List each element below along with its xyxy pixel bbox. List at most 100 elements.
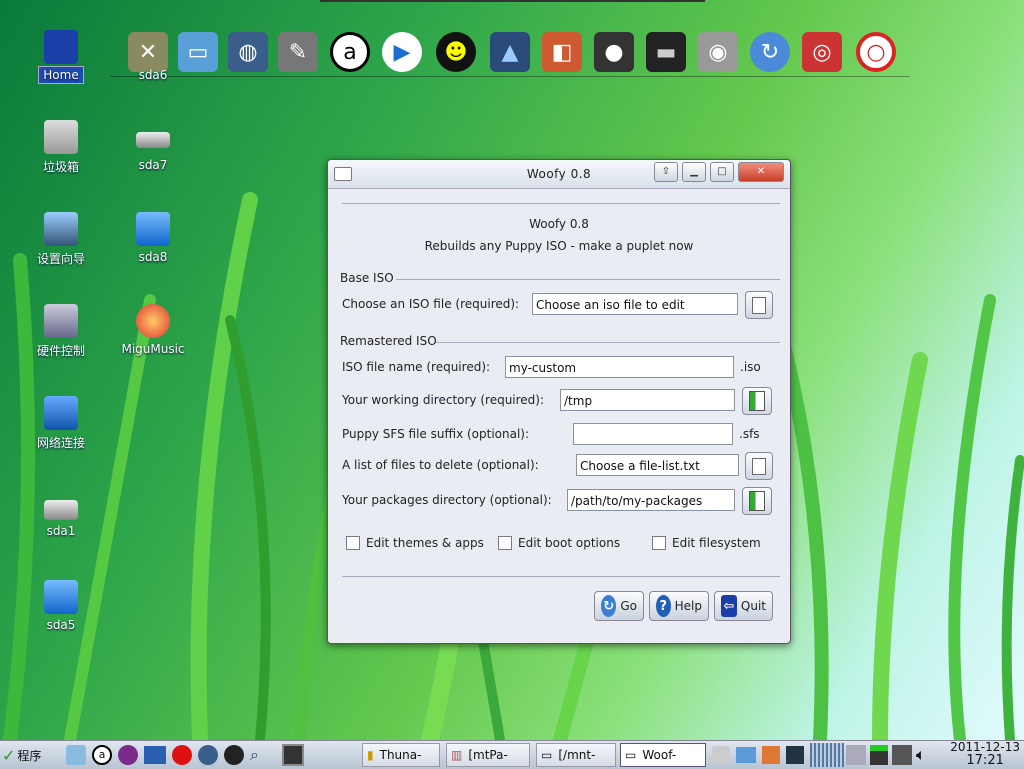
section-line <box>396 279 780 280</box>
task-mtpaint[interactable]: ▥ [mtPa- <box>446 743 530 767</box>
file-manager-icon[interactable] <box>66 745 86 765</box>
sfs-suffix-input[interactable] <box>573 423 733 445</box>
desktop-icon-network[interactable]: 网络连接 <box>24 396 98 451</box>
window-titlebar[interactable]: Woofy 0.8 ⇧ ▁ □ ✕ <box>328 160 790 189</box>
cpu-graph-icon <box>810 743 844 767</box>
sfs-suffix-label: Puppy SFS file suffix (optional): <box>342 427 530 441</box>
checkbox-box[interactable] <box>652 536 666 550</box>
usb-drive-icon[interactable]: ▬ <box>646 32 686 72</box>
volume-icon[interactable]: 🔈︎ <box>916 745 936 765</box>
desktop-icon-label: Home <box>38 66 84 84</box>
desktop-icon-sda1[interactable]: sda1 <box>24 490 98 538</box>
network-icon[interactable] <box>762 746 780 764</box>
browser-icon[interactable] <box>198 745 218 765</box>
desktop-icon-sda5[interactable]: sda5 <box>24 580 98 632</box>
camera-icon[interactable]: ◉ <box>698 32 738 72</box>
iso-name-input[interactable]: my-custom <box>505 356 734 378</box>
desktop-icon-migumusic[interactable]: MiguMusic <box>116 304 190 356</box>
browse-delete-list-button[interactable] <box>745 452 773 480</box>
folder-browse-icon <box>749 391 765 411</box>
desktop-icon-sda6[interactable]: sda6 <box>116 30 190 82</box>
document-icon <box>752 457 766 475</box>
quit-label: Quit <box>740 599 766 613</box>
disc-burner-icon[interactable]: ◎ <box>802 32 842 72</box>
checkbox-box[interactable] <box>346 536 360 550</box>
keyboard-icon[interactable] <box>846 745 866 765</box>
network-status-icon[interactable] <box>892 745 912 765</box>
desktop-icon-hardware[interactable]: 硬件控制 <box>24 304 98 359</box>
globe-icon[interactable]: ◍ <box>228 32 268 72</box>
browse-iso-button[interactable] <box>745 291 773 319</box>
paint-icon: ▥ <box>451 748 463 762</box>
tools-icon[interactable] <box>786 746 804 764</box>
desktop-icon-trash[interactable]: 垃圾箱 <box>24 120 98 175</box>
iso-file-field[interactable]: Choose an iso file to edit <box>532 293 738 315</box>
task-thunar[interactable]: ▮ Thuna- <box>362 743 440 767</box>
delete-list-label: A list of files to delete (optional): <box>342 458 539 472</box>
search-icon[interactable]: ⌕ <box>250 745 270 765</box>
separator <box>342 203 780 204</box>
desktop-icon-sda7[interactable]: sda7 <box>116 120 190 172</box>
edit-filesystem-checkbox[interactable]: Edit filesystem <box>652 536 761 550</box>
maximize-button[interactable]: □ <box>710 162 734 182</box>
clock-time: 17:21 <box>966 753 1004 768</box>
edit-boot-checkbox[interactable]: Edit boot options <box>498 536 620 550</box>
desktop-icon[interactable] <box>144 746 166 764</box>
opera-icon[interactable] <box>172 745 192 765</box>
clock[interactable]: 2011-12-13 17:21 <box>950 741 1020 768</box>
start-menu-button[interactable]: ✓ 程序 <box>2 743 41 767</box>
go-button[interactable]: ↻ Go <box>594 591 644 621</box>
triangle-app-icon[interactable]: ▲ <box>490 32 530 72</box>
media-icon[interactable] <box>118 745 138 765</box>
show-desktop-icon[interactable] <box>282 744 304 766</box>
quit-button[interactable]: ⇦ Quit <box>714 591 773 621</box>
desktop-icon-settings-wizard[interactable]: 设置向导 <box>24 212 98 267</box>
dock-shelf-line <box>110 76 910 77</box>
minimize-button[interactable]: ▁ <box>682 162 706 182</box>
edit-boot-label: Edit boot options <box>518 536 621 550</box>
paint-icon[interactable]: ● <box>594 32 634 72</box>
desktop-icon-sda8[interactable]: sda8 <box>116 212 190 264</box>
browse-work-dir-button[interactable] <box>742 387 772 415</box>
qq-icon[interactable]: ☻ <box>436 32 476 72</box>
edit-filesystem-label: Edit filesystem <box>672 536 761 550</box>
system-tray: 🔈︎ <box>846 743 936 767</box>
app-heading: Woofy 0.8 <box>529 217 589 231</box>
refresh-icon[interactable]: ↻ <box>750 32 790 72</box>
palette-icon[interactable]: ◧ <box>542 32 582 72</box>
help-button[interactable]: ? Help <box>649 591 709 621</box>
go-label: Go <box>620 599 637 613</box>
drive-icon <box>44 500 78 520</box>
shade-button[interactable]: ⇧ <box>654 162 678 182</box>
checkbox-box[interactable] <box>498 536 512 550</box>
packages-dir-input[interactable]: /path/to/my-packages <box>567 489 735 511</box>
section-remastered-iso: Remastered ISO <box>340 334 437 348</box>
desktop-icon-label: sda8 <box>138 250 168 264</box>
app-subheading: Rebuilds any Puppy ISO - make a puplet n… <box>424 239 694 253</box>
notepad-icon[interactable]: ✎ <box>278 32 318 72</box>
desktop-icon-home[interactable]: Home <box>24 30 98 84</box>
monitor-icon[interactable] <box>736 747 756 763</box>
iso-suffix: .iso <box>740 360 761 374</box>
hardware-icon <box>44 304 78 338</box>
abiword-icon[interactable]: a <box>330 32 370 72</box>
battery-icon[interactable] <box>870 745 888 765</box>
delete-list-field[interactable]: Choose a file-list.txt <box>576 454 739 476</box>
desktop-icon-label: sda5 <box>46 618 76 632</box>
help-lifebuoy-icon[interactable]: ○ <box>856 32 896 72</box>
media-player-icon[interactable]: ▶ <box>382 32 422 72</box>
camera-icon[interactable] <box>712 746 730 764</box>
work-dir-input[interactable]: /tmp <box>560 389 735 411</box>
desktop-icon-label: 网络连接 <box>36 436 85 450</box>
browse-packages-dir-button[interactable] <box>742 487 772 515</box>
woofy-window: Woofy 0.8 ⇧ ▁ □ ✕ Woofy 0.8 Rebuilds any… <box>327 159 791 644</box>
top-bar-line <box>320 0 705 2</box>
section-line <box>436 342 780 343</box>
qq-icon[interactable] <box>224 745 244 765</box>
abiword-icon[interactable]: a <box>92 745 112 765</box>
edit-themes-label: Edit themes & apps <box>366 536 484 550</box>
edit-themes-checkbox[interactable]: Edit themes & apps <box>346 536 484 550</box>
task-woofy[interactable]: ▭ Woof- <box>620 743 706 767</box>
close-button[interactable]: ✕ <box>738 162 784 182</box>
task-terminal[interactable]: ▭ [/mnt- <box>536 743 616 767</box>
